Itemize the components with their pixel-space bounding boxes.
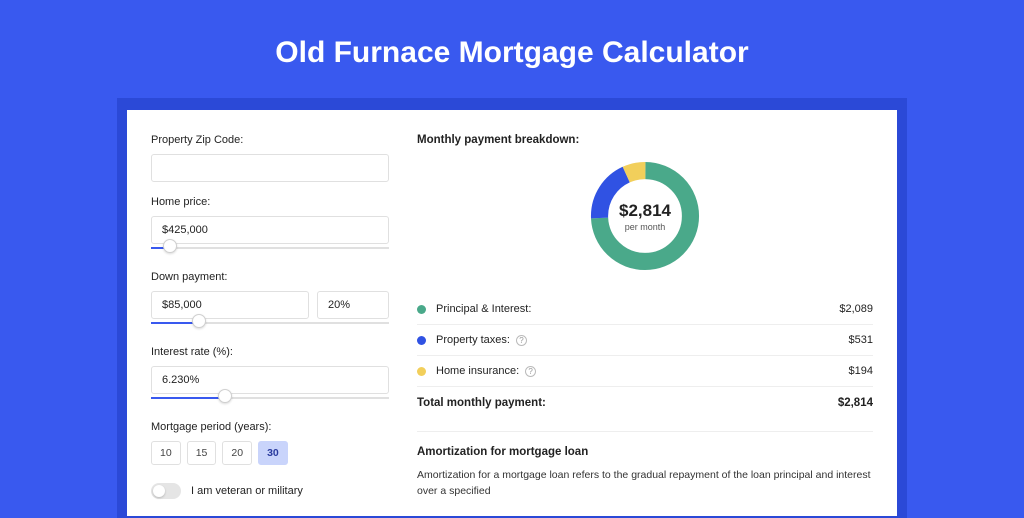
period-btn-15[interactable]: 15 — [187, 441, 217, 465]
dp-slider-thumb[interactable] — [192, 314, 206, 328]
legend-row-pi: Principal & Interest: $2,089 — [417, 294, 873, 325]
ins-label-text: Home insurance: — [436, 365, 519, 377]
calculator-card: Property Zip Code: Home price: Down paym… — [127, 110, 897, 516]
legend-row-total: Total monthly payment: $2,814 — [417, 387, 873, 419]
legend-row-tax: Property taxes: ? $531 — [417, 325, 873, 356]
info-icon[interactable]: ? — [516, 335, 527, 346]
legend-val-tax: $531 — [849, 334, 873, 346]
period-field: Mortgage period (years): 10 15 20 30 — [151, 421, 389, 465]
donut-center: $2,814 per month — [585, 156, 705, 276]
donut-wrap: $2,814 per month — [417, 156, 873, 276]
dp-label: Down payment: — [151, 271, 389, 283]
price-slider-thumb[interactable] — [163, 239, 177, 253]
rate-field: Interest rate (%): — [151, 346, 389, 407]
total-value: $2,814 — [838, 397, 873, 409]
price-field: Home price: — [151, 196, 389, 257]
legend-label-ins: Home insurance: ? — [436, 365, 849, 377]
inner-strip: Property Zip Code: Home price: Down paym… — [117, 98, 907, 518]
legend-row-ins: Home insurance: ? $194 — [417, 356, 873, 387]
price-input[interactable] — [151, 216, 389, 244]
rate-slider[interactable] — [151, 393, 389, 407]
veteran-label: I am veteran or military — [191, 485, 303, 497]
amort-title: Amortization for mortgage loan — [417, 446, 873, 458]
dp-pct-input[interactable] — [317, 291, 389, 319]
amort-text: Amortization for a mortgage loan refers … — [417, 468, 873, 500]
period-label: Mortgage period (years): — [151, 421, 389, 433]
rate-slider-fill — [151, 397, 225, 399]
dp-input[interactable] — [151, 291, 309, 319]
donut-chart: $2,814 per month — [585, 156, 705, 276]
form-panel: Property Zip Code: Home price: Down paym… — [151, 134, 389, 516]
legend-val-pi: $2,089 — [839, 303, 873, 315]
legend-val-ins: $194 — [849, 365, 873, 377]
total-label: Total monthly payment: — [417, 397, 546, 409]
price-slider[interactable] — [151, 243, 389, 257]
amortization-section: Amortization for mortgage loan Amortizat… — [417, 431, 873, 500]
period-btn-20[interactable]: 20 — [222, 441, 252, 465]
dp-field: Down payment: — [151, 271, 389, 332]
veteran-row: I am veteran or military — [151, 483, 389, 499]
page-title: Old Furnace Mortgage Calculator — [0, 0, 1024, 98]
pi-label-text: Principal & Interest: — [436, 303, 531, 315]
tax-label-text: Property taxes: — [436, 334, 510, 346]
breakdown-panel: Monthly payment breakdown: $2,814 per mo… — [417, 134, 873, 516]
rate-slider-thumb[interactable] — [218, 389, 232, 403]
period-row: 10 15 20 30 — [151, 441, 389, 465]
zip-field: Property Zip Code: — [151, 134, 389, 182]
legend-label-tax: Property taxes: ? — [436, 334, 849, 346]
donut-amount: $2,814 — [619, 201, 671, 221]
legend: Principal & Interest: $2,089 Property ta… — [417, 294, 873, 419]
donut-sub: per month — [625, 222, 666, 232]
legend-dot-ins — [417, 367, 426, 376]
zip-input[interactable] — [151, 154, 389, 182]
dp-slider[interactable] — [151, 318, 389, 332]
breakdown-title: Monthly payment breakdown: — [417, 134, 873, 146]
rate-input[interactable] — [151, 366, 389, 394]
zip-label: Property Zip Code: — [151, 134, 389, 146]
legend-dot-pi — [417, 305, 426, 314]
period-btn-10[interactable]: 10 — [151, 441, 181, 465]
period-btn-30[interactable]: 30 — [258, 441, 288, 465]
info-icon[interactable]: ? — [525, 366, 536, 377]
legend-dot-tax — [417, 336, 426, 345]
price-label: Home price: — [151, 196, 389, 208]
rate-label: Interest rate (%): — [151, 346, 389, 358]
veteran-toggle[interactable] — [151, 483, 181, 499]
legend-label-pi: Principal & Interest: — [436, 303, 839, 315]
